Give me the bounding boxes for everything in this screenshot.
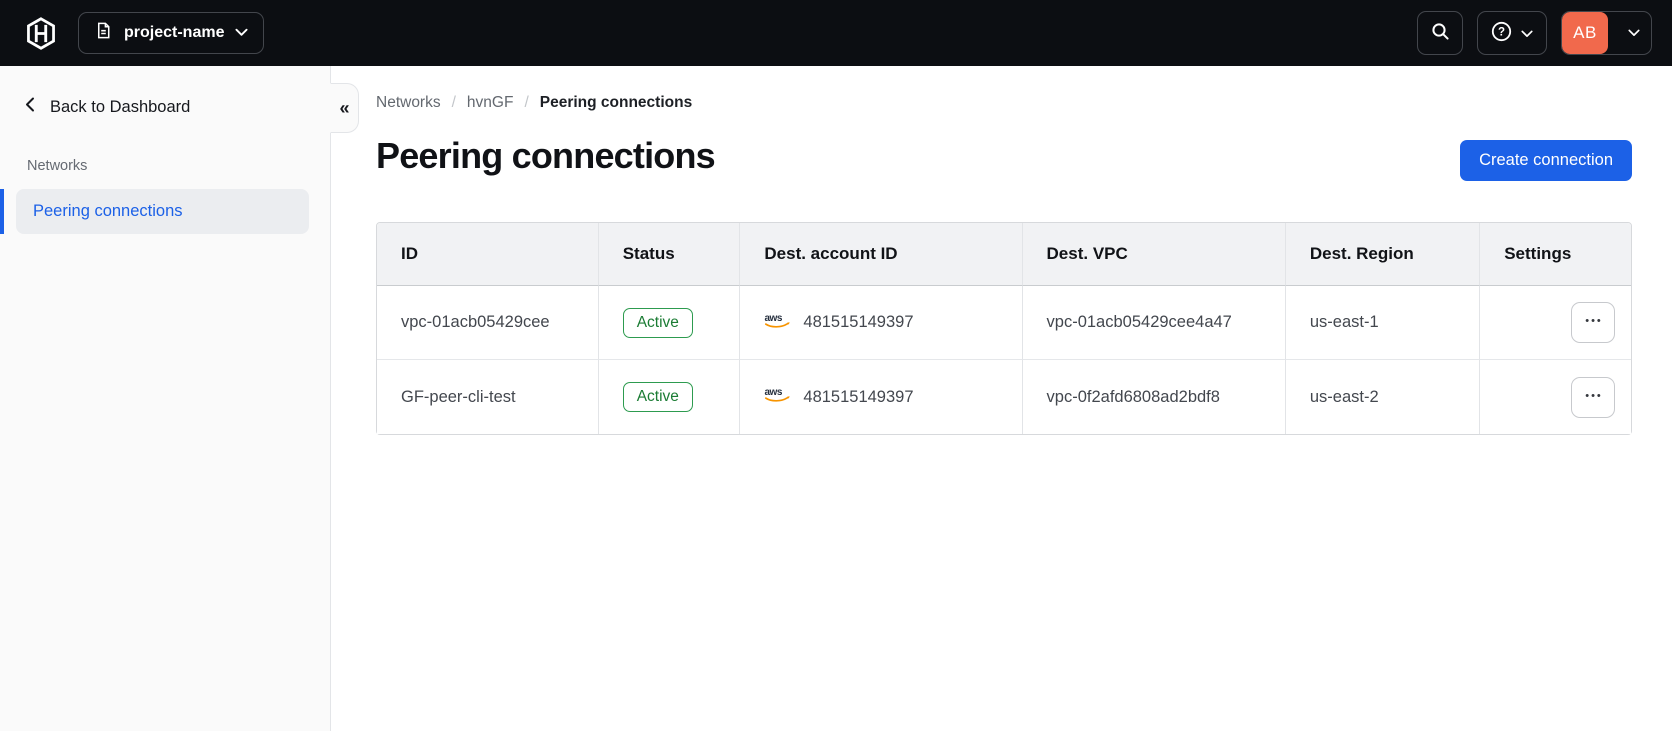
status-badge: Active <box>622 307 693 338</box>
double-chevron-left-icon: « <box>339 97 350 118</box>
sidebar-collapse-button[interactable]: « <box>330 83 359 133</box>
status-badge: Active <box>622 382 693 412</box>
search-button[interactable] <box>1417 11 1463 55</box>
svg-text:aws: aws <box>765 313 783 324</box>
cell-id: GF-peer-cli-test <box>377 360 598 434</box>
sidebar-section-networks: Networks <box>27 158 88 174</box>
help-icon: ? <box>1491 21 1512 45</box>
page-header: Peering connections Create connection <box>376 135 1632 181</box>
create-connection-button[interactable]: Create connection <box>1460 140 1632 181</box>
app-body: « Back to Dashboard Networks Peering con… <box>0 66 1672 731</box>
active-accent-bar <box>0 189 4 234</box>
row-settings-menu-button[interactable]: ••• <box>1571 302 1615 343</box>
topbar-actions: ? AB <box>1417 11 1652 55</box>
help-menu-button[interactable]: ? <box>1477 11 1547 55</box>
hashicorp-logo-icon[interactable] <box>26 16 56 50</box>
chevron-down-icon <box>235 24 249 42</box>
chevron-down-icon <box>1617 29 1651 37</box>
cell-account-id: aws 481515149397 <box>739 360 1022 434</box>
topbar: project-name ? AB <box>0 0 1672 66</box>
breadcrumb-separator: / <box>524 94 529 111</box>
peering-connections-table: ID Status Dest. account ID Dest. VPC Des… <box>376 222 1632 435</box>
back-to-dashboard-link[interactable]: Back to Dashboard <box>0 66 330 117</box>
sidebar-item-label: Peering connections <box>33 202 183 220</box>
svg-text:aws: aws <box>765 387 783 398</box>
breadcrumb-separator: / <box>451 94 456 111</box>
sidebar-nav-row: Peering connections <box>0 189 330 234</box>
column-header-dest-region: Dest. Region <box>1284 223 1480 286</box>
cell-vpc: vpc-0f2afd6808ad2bdf8 <box>1021 360 1285 434</box>
row-settings-menu-button[interactable]: ••• <box>1571 376 1615 418</box>
column-header-id: ID <box>377 223 598 286</box>
column-header-settings: Settings <box>1479 223 1631 286</box>
cell-vpc: vpc-01acb05429cee4a47 <box>1021 286 1285 360</box>
account-id-value: 481515149397 <box>803 387 914 406</box>
table-row: vpc-01acb05429cee Active aws 48151514939… <box>377 286 1631 360</box>
cell-region: us-east-2 <box>1284 360 1480 434</box>
account-id-value: 481515149397 <box>803 313 914 331</box>
sidebar-item-peering-connections[interactable]: Peering connections <box>16 189 309 234</box>
account-menu-button[interactable]: AB <box>1561 11 1652 55</box>
document-icon <box>94 21 113 45</box>
project-switcher[interactable]: project-name <box>78 12 265 54</box>
breadcrumb: Networks / hvnGF / Peering connections <box>376 94 1632 112</box>
cell-status: Active <box>597 360 740 434</box>
breadcrumb-hvn[interactable]: hvnGF <box>467 94 514 112</box>
search-icon <box>1431 22 1450 44</box>
ellipsis-icon: ••• <box>1585 389 1603 402</box>
column-header-dest-vpc: Dest. VPC <box>1021 223 1285 286</box>
sidebar: « Back to Dashboard Networks Peering con… <box>0 66 359 731</box>
cell-status: Active <box>597 286 740 360</box>
chevron-down-icon <box>1521 26 1533 41</box>
avatar: AB <box>1562 12 1608 54</box>
table-row: GF-peer-cli-test Active aws 481515149397… <box>377 360 1631 434</box>
cell-region: us-east-1 <box>1284 286 1480 360</box>
svg-text:?: ? <box>1498 27 1505 39</box>
main-content: Networks / hvnGF / Peering connections P… <box>331 66 1672 731</box>
aws-icon: aws <box>764 312 791 334</box>
breadcrumb-current: Peering connections <box>539 94 693 111</box>
column-header-dest-account-id: Dest. account ID <box>739 223 1022 286</box>
peering-table-container: ID Status Dest. account ID Dest. VPC Des… <box>376 222 1632 435</box>
aws-icon: aws <box>764 386 791 408</box>
ellipsis-icon: ••• <box>1585 315 1603 327</box>
cell-account-id: aws 481515149397 <box>739 286 1022 360</box>
page-title: Peering connections <box>376 135 716 176</box>
table-header-row: ID Status Dest. account ID Dest. VPC Des… <box>377 223 1631 286</box>
column-header-status: Status <box>597 223 740 286</box>
chevron-left-icon <box>25 97 35 117</box>
cell-id: vpc-01acb05429cee <box>377 286 598 360</box>
cell-settings: ••• <box>1479 360 1631 434</box>
cell-settings: ••• <box>1479 286 1631 360</box>
project-switcher-label: project-name <box>124 24 225 41</box>
breadcrumb-networks[interactable]: Networks <box>376 94 441 112</box>
back-to-dashboard-label: Back to Dashboard <box>50 97 191 116</box>
